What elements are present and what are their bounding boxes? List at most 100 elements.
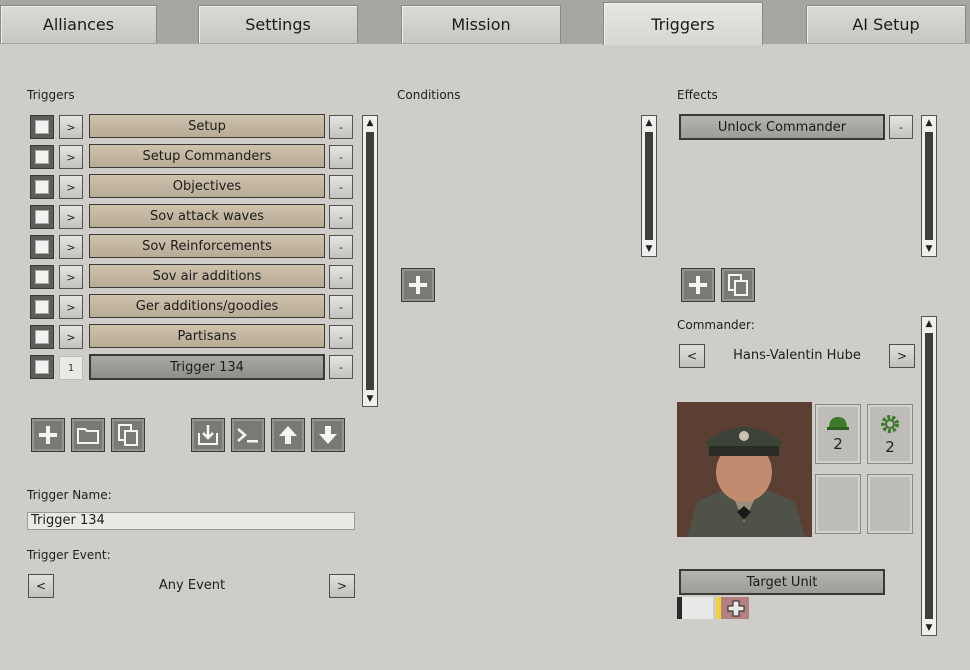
trigger-row[interactable]: Partisans — [89, 324, 325, 348]
commander-panel-scrollbar[interactable]: ▲ ▼ — [921, 316, 937, 636]
commander-name: Hans-Valentin Hube — [733, 348, 861, 363]
scroll-down-icon[interactable]: ▼ — [363, 392, 377, 406]
expand-button[interactable]: > — [59, 145, 83, 169]
tab-ai-setup[interactable]: AI Setup — [806, 5, 966, 43]
trigger-name-field[interactable]: Trigger 134 — [27, 512, 355, 530]
folder-button[interactable] — [71, 418, 105, 452]
event-next-button[interactable]: > — [329, 574, 355, 598]
triggers-heading: Triggers — [27, 88, 75, 102]
scroll-up-icon[interactable]: ▲ — [642, 116, 656, 130]
trigger-row-selected[interactable]: Trigger 134 — [89, 354, 325, 380]
expand-button[interactable]: > — [59, 115, 83, 139]
console-button[interactable] — [231, 418, 265, 452]
trigger-row[interactable]: Sov Reinforcements — [89, 234, 325, 258]
remove-trigger-button[interactable]: - — [329, 295, 353, 319]
arrow-down-icon — [319, 426, 337, 444]
conditions-heading: Conditions — [397, 88, 461, 102]
remove-trigger-button[interactable]: - — [329, 355, 353, 379]
add-effect-button[interactable] — [681, 268, 715, 302]
expand-button[interactable]: > — [59, 325, 83, 349]
scroll-up-icon[interactable]: ▲ — [922, 317, 936, 331]
target-unit-button[interactable]: Target Unit — [679, 569, 885, 595]
scroll-down-icon[interactable]: ▼ — [642, 242, 656, 256]
event-prev-button[interactable]: < — [28, 574, 54, 598]
trigger-checkbox[interactable] — [30, 295, 54, 319]
scroll-up-icon[interactable]: ▲ — [922, 116, 936, 130]
trigger-row[interactable]: Setup — [89, 114, 325, 138]
effect-row[interactable]: Unlock Commander — [679, 114, 885, 140]
trigger-checkbox[interactable] — [30, 265, 54, 289]
trigger-row[interactable]: Objectives — [89, 174, 325, 198]
copy-icon — [728, 274, 748, 296]
scroll-down-icon[interactable]: ▼ — [922, 621, 936, 635]
trigger-checkbox[interactable] — [30, 325, 54, 349]
gear-icon — [881, 415, 899, 433]
expand-button[interactable]: > — [59, 205, 83, 229]
trigger-row[interactable]: Setup Commanders — [89, 144, 325, 168]
remove-effect-button[interactable]: - — [889, 115, 913, 139]
commander-next-button[interactable]: > — [889, 344, 915, 368]
trigger-event-value: Any Event — [158, 578, 226, 593]
remove-trigger-button[interactable]: - — [329, 205, 353, 229]
expand-button[interactable]: > — [59, 295, 83, 319]
trigger-checkbox[interactable] — [30, 205, 54, 229]
trigger-name-label: Trigger Name: — [27, 488, 112, 502]
trigger-list-scrollbar[interactable]: ▲ ▼ — [362, 115, 378, 407]
add-condition-button[interactable] — [401, 268, 435, 302]
commander-slot-empty[interactable] — [815, 474, 861, 534]
slot-value: 2 — [833, 435, 843, 453]
tab-settings[interactable]: Settings — [198, 5, 358, 43]
trigger-checkbox[interactable] — [30, 175, 54, 199]
copy-trigger-button[interactable] — [111, 418, 145, 452]
move-up-button[interactable] — [271, 418, 305, 452]
scroll-down-icon[interactable]: ▼ — [922, 242, 936, 256]
commander-prev-button[interactable]: < — [679, 344, 705, 368]
import-icon — [198, 425, 218, 445]
remove-trigger-button[interactable]: - — [329, 265, 353, 289]
copy-icon — [118, 424, 138, 446]
commander-slot-gear[interactable]: 2 — [867, 404, 913, 464]
commander-label: Commander: — [677, 318, 755, 332]
folder-icon — [77, 428, 99, 444]
expand-button[interactable]: > — [59, 235, 83, 259]
trigger-checkbox[interactable] — [30, 235, 54, 259]
remove-trigger-button[interactable]: - — [329, 145, 353, 169]
expand-button[interactable]: > — [59, 175, 83, 199]
commander-slot-empty[interactable] — [867, 474, 913, 534]
trigger-checkbox[interactable] — [30, 355, 54, 379]
remove-trigger-button[interactable]: - — [329, 115, 353, 139]
scroll-up-icon[interactable]: ▲ — [363, 116, 377, 130]
conditions-scrollbar[interactable]: ▲ ▼ — [641, 115, 657, 257]
effects-scrollbar[interactable]: ▲ ▼ — [921, 115, 937, 257]
trigger-checkbox[interactable] — [30, 145, 54, 169]
add-icon — [409, 276, 427, 294]
import-button[interactable] — [191, 418, 225, 452]
tab-mission[interactable]: Mission — [401, 5, 561, 43]
add-trigger-button[interactable] — [31, 418, 65, 452]
commander-portrait — [677, 402, 812, 537]
expand-button[interactable]: > — [59, 265, 83, 289]
tab-label: Mission — [451, 15, 511, 34]
copy-effect-button[interactable] — [721, 268, 755, 302]
helmet-icon — [827, 417, 849, 430]
commander-slot-helmet[interactable]: 2 — [815, 404, 861, 464]
add-icon — [39, 426, 57, 444]
remove-trigger-button[interactable]: - — [329, 235, 353, 259]
tab-label: Settings — [245, 15, 311, 34]
slot-value: 2 — [885, 438, 895, 456]
trigger-row[interactable]: Ger additions/goodies — [89, 294, 325, 318]
tab-label: Alliances — [42, 15, 115, 34]
remove-trigger-button[interactable]: - — [329, 175, 353, 199]
tab-triggers[interactable]: Triggers — [603, 2, 763, 45]
commander-portrait-image — [677, 402, 812, 537]
remove-trigger-button[interactable]: - — [329, 325, 353, 349]
trigger-index: 1 — [59, 356, 83, 380]
trigger-row[interactable]: Sov attack waves — [89, 204, 325, 228]
console-icon — [237, 428, 258, 443]
trigger-row[interactable]: Sov air additions — [89, 264, 325, 288]
trigger-event-label: Trigger Event: — [27, 548, 111, 562]
add-icon — [689, 276, 707, 294]
trigger-checkbox[interactable] — [30, 115, 54, 139]
tab-alliances[interactable]: Alliances — [0, 5, 157, 43]
move-down-button[interactable] — [311, 418, 345, 452]
